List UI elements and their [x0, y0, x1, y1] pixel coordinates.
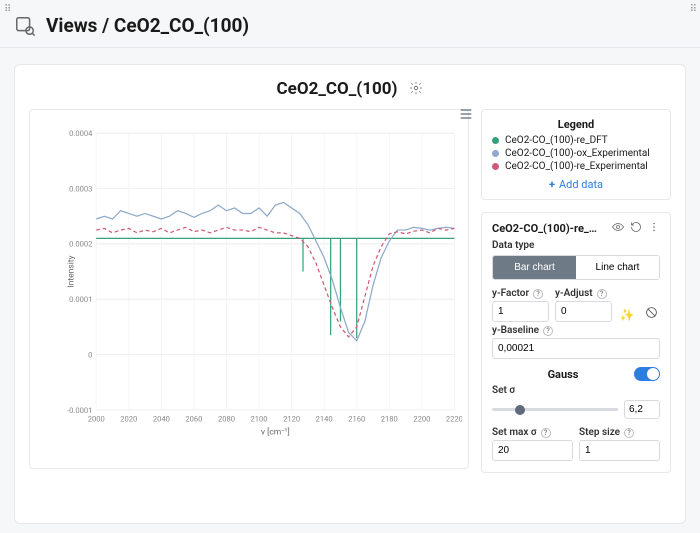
legend-label: CeO2-CO_(100)-ox_Experimental [505, 148, 650, 159]
plus-icon: + [549, 178, 555, 191]
chart-title: CeO2_CO_(100) [277, 79, 398, 99]
help-icon[interactable]: ? [597, 289, 607, 299]
svg-text:2000: 2000 [88, 415, 105, 424]
legend-swatch [492, 163, 499, 170]
y-baseline-label: y-Baseline [492, 325, 539, 336]
drag-handle-icon[interactable]: ⠿ [4, 4, 10, 15]
line-chart-button[interactable]: Line chart [576, 256, 659, 279]
legend-title: Legend [492, 118, 660, 131]
page-header: Views / CeO2_CO_(100) [0, 0, 700, 48]
y-adjust-input[interactable] [555, 301, 612, 322]
gauss-toggle[interactable] [634, 367, 660, 381]
svg-text:2200: 2200 [413, 415, 430, 424]
legend-item[interactable]: CeO2-CO_(100)-re_Experimental [492, 161, 660, 172]
svg-text:0.0002: 0.0002 [69, 240, 92, 249]
svg-text:2180: 2180 [381, 415, 398, 424]
y-factor-label: y-Factor [492, 288, 529, 299]
step-size-input[interactable] [579, 440, 660, 461]
legend-item[interactable]: CeO2-CO_(100)-ox_Experimental [492, 148, 660, 159]
view-icon [14, 15, 36, 37]
breadcrumb: Views / CeO2_CO_(100) [46, 14, 249, 37]
svg-text:ν [cm⁻¹]: ν [cm⁻¹] [261, 428, 290, 438]
set-sigma-label: Set σ [492, 385, 515, 396]
svg-text:0.0004: 0.0004 [69, 129, 93, 138]
help-icon[interactable]: ? [533, 289, 543, 299]
svg-text:2120: 2120 [283, 415, 300, 424]
chart-area: -0.000100.00010.00020.00030.000420002020… [29, 109, 469, 469]
max-sigma-input[interactable] [492, 440, 573, 461]
svg-text:2020: 2020 [120, 415, 137, 424]
drag-handle-icon[interactable]: ⠿ [690, 4, 696, 15]
step-size-label: Step size [579, 427, 620, 438]
svg-text:2220: 2220 [446, 415, 462, 424]
sigma-input[interactable] [624, 400, 660, 419]
add-data-button[interactable]: +Add data [492, 178, 660, 191]
gear-icon[interactable] [409, 80, 423, 99]
exclude-icon[interactable] [642, 306, 660, 322]
help-icon[interactable]: ? [541, 428, 551, 438]
more-icon[interactable] [648, 221, 660, 236]
wand-icon[interactable]: ✨ [618, 308, 636, 322]
chart-menu-icon[interactable] [458, 106, 474, 126]
svg-text:2100: 2100 [251, 415, 268, 424]
svg-text:2060: 2060 [185, 415, 202, 424]
data-type-label: Data type [492, 240, 660, 251]
refresh-icon[interactable] [630, 221, 642, 236]
help-icon[interactable]: ? [624, 428, 634, 438]
svg-text:Intensity: Intensity [66, 256, 76, 288]
legend-panel: Legend CeO2-CO_(100)-re_DFT CeO2-CO_(100)… [481, 109, 671, 200]
gauss-label: Gauss [492, 368, 634, 381]
svg-text:2140: 2140 [316, 415, 333, 424]
eye-icon[interactable] [612, 221, 624, 236]
legend-label: CeO2-CO_(100)-re_DFT [505, 135, 608, 146]
sigma-slider[interactable] [492, 408, 618, 411]
chart-svg: -0.000100.00010.00020.00030.000420002020… [64, 120, 462, 444]
chart-type-toggle: Bar chart Line chart [492, 255, 660, 280]
legend-label: CeO2-CO_(100)-re_Experimental [505, 161, 648, 172]
help-icon[interactable]: ? [543, 326, 553, 336]
svg-text:2160: 2160 [348, 415, 365, 424]
bar-chart-button[interactable]: Bar chart [493, 256, 576, 279]
y-factor-input[interactable] [492, 301, 549, 322]
legend-item[interactable]: CeO2-CO_(100)-re_DFT [492, 135, 660, 146]
y-adjust-label: y-Adjust [555, 288, 593, 299]
legend-swatch [492, 137, 499, 144]
chart-card: CeO2_CO_(100) -0.000100.00010.00020.0003… [14, 64, 686, 524]
svg-text:2080: 2080 [218, 415, 235, 424]
y-baseline-input[interactable] [492, 338, 660, 359]
max-sigma-label: Set max σ [492, 427, 537, 438]
svg-text:0.0001: 0.0001 [69, 295, 92, 304]
svg-text:0: 0 [88, 351, 92, 360]
svg-text:2040: 2040 [153, 415, 170, 424]
series-controls-panel: CeO2-CO_(100)-re_… Data type Bar chart L… [481, 212, 671, 473]
legend-swatch [492, 150, 499, 157]
series-name: CeO2-CO_(100)-re_… [492, 222, 597, 235]
svg-text:0.0003: 0.0003 [69, 185, 92, 194]
